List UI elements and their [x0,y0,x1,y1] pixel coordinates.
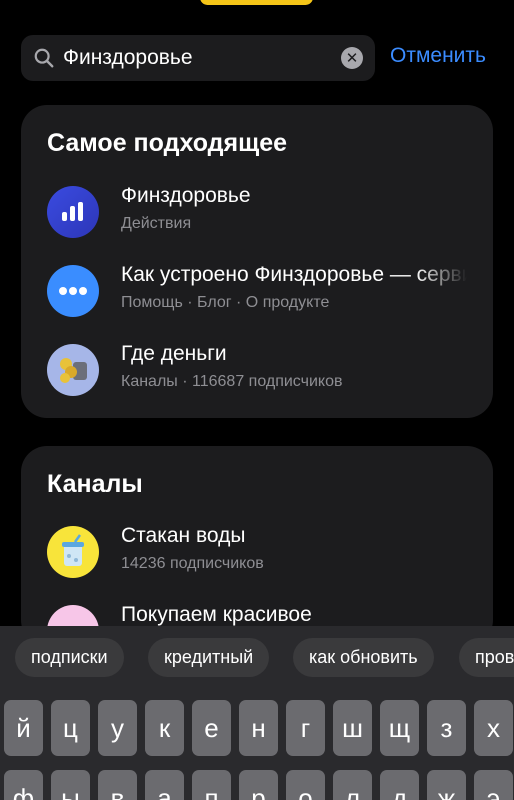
result-subtitle: Помощь · Блог · О продукте [121,294,330,311]
result-subtitle: Действия [121,215,192,232]
key-г[interactable]: г [286,700,325,756]
key-к[interactable]: к [145,700,184,756]
key-х[interactable]: х [474,700,513,756]
cancel-button[interactable]: Отменить [390,44,486,68]
best-match-title: Самое подходящее [47,129,288,157]
keyboard: йцукенгшщзх фывапролджэ [0,690,514,800]
suggestion-chip[interactable]: подписки [15,638,124,677]
key-ц[interactable]: ц [51,700,90,756]
key-у[interactable]: у [98,700,137,756]
key-е[interactable]: е [192,700,231,756]
result-title: Стакан воды [121,524,246,547]
result-title: Финздоровье [121,184,251,207]
chart-bars-icon [47,186,99,238]
clear-search-icon[interactable]: ✕ [341,47,363,69]
result-title: Как устроено Финздоровье — сервис [121,263,467,286]
suggestion-chip[interactable]: как обновить [293,638,434,677]
suggestion-bar: подписки кредитный как обновить проверка [0,626,514,690]
search-icon [34,48,54,68]
key-ы[interactable]: ы [51,770,90,800]
channels-card: Каналы Стакан воды 14236 подписчиков Пок… [21,446,493,657]
chat-dots-icon [47,265,99,317]
best-match-card: Самое подходящее Финздоровье Действия Ка… [21,105,493,418]
suggestion-chip[interactable]: кредитный [148,638,270,677]
key-ф[interactable]: ф [4,770,43,800]
key-р[interactable]: р [239,770,278,800]
result-subtitle: Каналы · 116687 подписчиков [121,373,343,390]
key-э[interactable]: э [474,770,513,800]
result-subtitle: 14236 подписчиков [121,555,264,572]
key-д[interactable]: д [380,770,419,800]
water-glass-avatar-icon [47,526,99,578]
channels-title: Каналы [47,470,143,498]
result-item[interactable]: Где деньги Каналы · 116687 подписчиков [47,342,477,398]
key-ш[interactable]: ш [333,700,372,756]
search-bar[interactable]: ✕ [21,35,375,81]
search-input[interactable] [63,46,341,70]
result-item[interactable]: Как устроено Финздоровье — сервис Помощь… [47,263,477,319]
key-н[interactable]: н [239,700,278,756]
key-з[interactable]: з [427,700,466,756]
coins-avatar-icon [47,344,99,396]
key-щ[interactable]: щ [380,700,419,756]
key-й[interactable]: й [4,700,43,756]
key-л[interactable]: л [333,770,372,800]
suggestion-chip[interactable]: проверка [459,638,514,677]
active-tab-indicator [200,0,313,5]
key-а[interactable]: а [145,770,184,800]
channel-item[interactable]: Стакан воды 14236 подписчиков [47,524,477,580]
result-title: Покупаем красивое [121,603,312,626]
key-п[interactable]: п [192,770,231,800]
result-title: Где деньги [121,342,227,365]
key-в[interactable]: в [98,770,137,800]
result-item[interactable]: Финздоровье Действия [47,184,477,240]
key-ж[interactable]: ж [427,770,466,800]
key-о[interactable]: о [286,770,325,800]
